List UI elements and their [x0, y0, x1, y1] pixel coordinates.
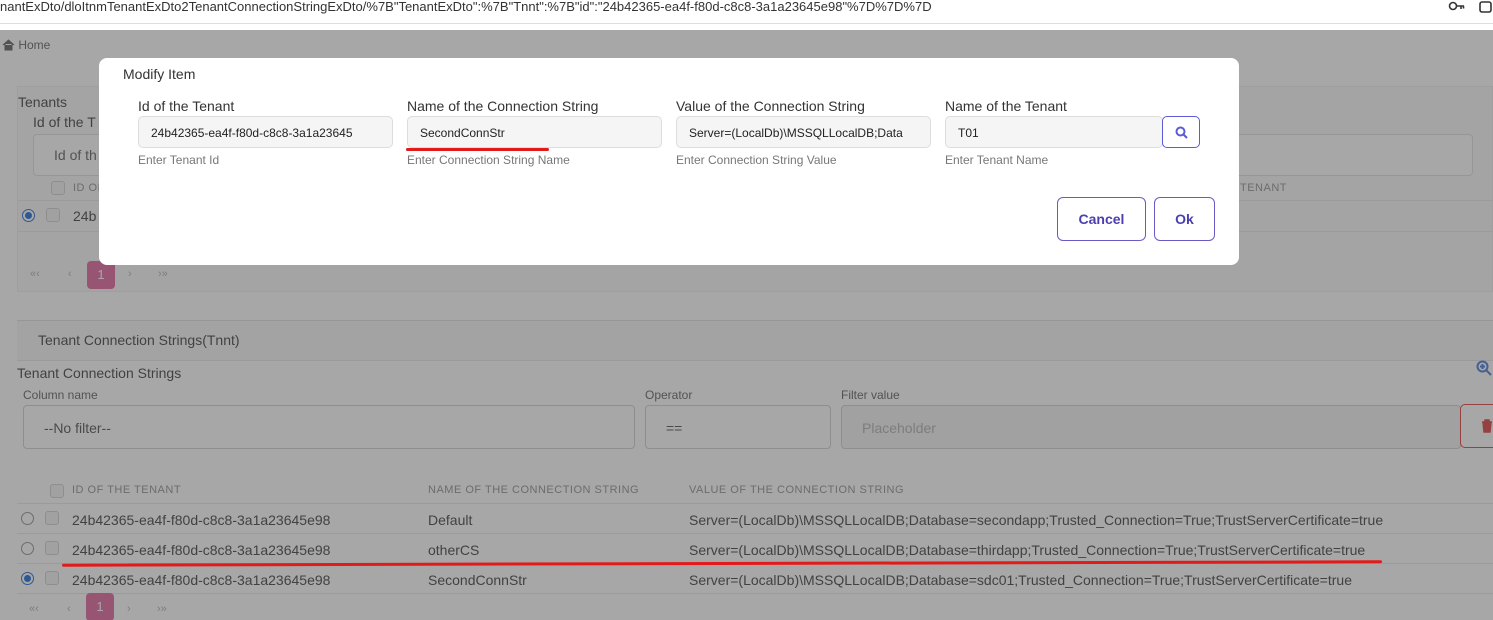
tenant-id-hint: Enter Tenant Id: [138, 153, 220, 167]
extension-icon[interactable]: [1478, 0, 1493, 14]
annotation-underline: [406, 148, 549, 151]
conn-value-value: Server=(LocalDb)\MSSQLLocalDB;Data: [689, 126, 903, 140]
tenant-name-label: Name of the Tenant: [945, 98, 1067, 114]
url-text: nantExDto/dloItnmTenantExDto2TenantConne…: [0, 0, 932, 14]
address-bar[interactable]: nantExDto/dloItnmTenantExDto2TenantConne…: [0, 0, 1493, 24]
conn-name-value: SecondConnStr: [420, 126, 505, 140]
tenant-id-label: Id of the Tenant: [138, 98, 235, 114]
tenant-id-input[interactable]: 24b42365-ea4f-f80d-c8c8-3a1a23645: [138, 116, 393, 148]
conn-value-hint: Enter Connection String Value: [676, 153, 837, 167]
tenant-search-button[interactable]: [1162, 116, 1200, 148]
modify-item-dialog: Modify Item Id of the Tenant 24b42365-ea…: [99, 58, 1239, 265]
tenant-name-hint: Enter Tenant Name: [945, 153, 1049, 167]
key-icon[interactable]: [1448, 0, 1466, 14]
conn-value-input[interactable]: Server=(LocalDb)\MSSQLLocalDB;Data: [676, 116, 931, 148]
tenant-id-value: 24b42365-ea4f-f80d-c8c8-3a1a23645: [151, 126, 353, 140]
conn-value-label: Value of the Connection String: [676, 98, 865, 114]
search-icon: [1175, 126, 1188, 139]
conn-name-hint: Enter Connection String Name: [407, 153, 570, 167]
cancel-button[interactable]: Cancel: [1057, 197, 1146, 241]
dialog-title: Modify Item: [123, 66, 196, 82]
conn-name-label: Name of the Connection String: [407, 98, 599, 114]
ok-button[interactable]: Ok: [1154, 197, 1215, 241]
tenant-name-input[interactable]: T01: [945, 116, 1163, 148]
tenant-name-value: T01: [958, 126, 979, 140]
conn-name-input[interactable]: SecondConnStr: [407, 116, 662, 148]
